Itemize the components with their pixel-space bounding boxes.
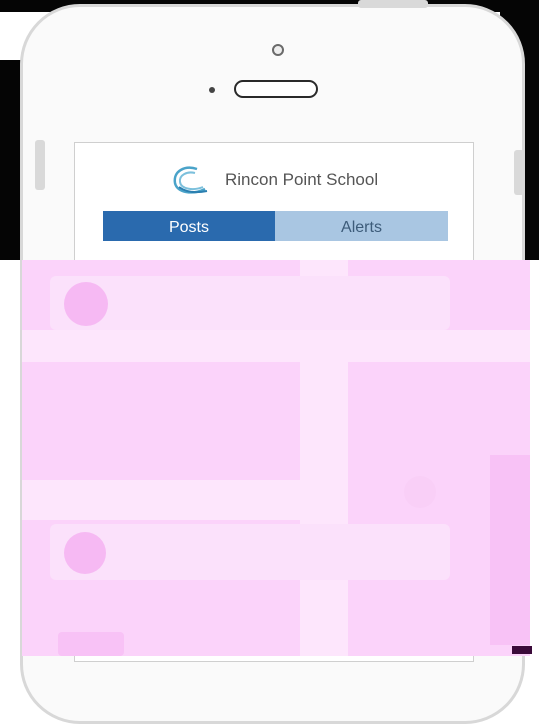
- overlay-band: [22, 330, 530, 362]
- school-name: Rincon Point School: [225, 170, 379, 189]
- phone-side-button-right: [514, 150, 524, 195]
- avatar-small: [404, 476, 436, 508]
- front-camera-icon: [272, 44, 284, 56]
- earpiece-speaker-icon: [234, 80, 318, 98]
- avatar: [64, 282, 108, 326]
- tab-alerts[interactable]: Alerts: [275, 211, 448, 241]
- avatar: [64, 532, 106, 574]
- post-card[interactable]: [50, 276, 450, 330]
- phone-top-button: [358, 0, 428, 8]
- post-card[interactable]: [50, 524, 450, 580]
- wave-logo-icon: [173, 166, 208, 194]
- overlay-lower-band: [22, 480, 322, 520]
- school-header: Rincon Point School: [75, 157, 473, 201]
- tab-bar: Posts Alerts: [103, 211, 448, 241]
- corner-mark: [512, 646, 532, 654]
- phone-side-button: [35, 140, 45, 190]
- overlay-stripe: [490, 455, 530, 645]
- proximity-sensor: [209, 87, 215, 93]
- bottom-button[interactable]: [58, 632, 124, 656]
- tab-posts[interactable]: Posts: [103, 211, 309, 241]
